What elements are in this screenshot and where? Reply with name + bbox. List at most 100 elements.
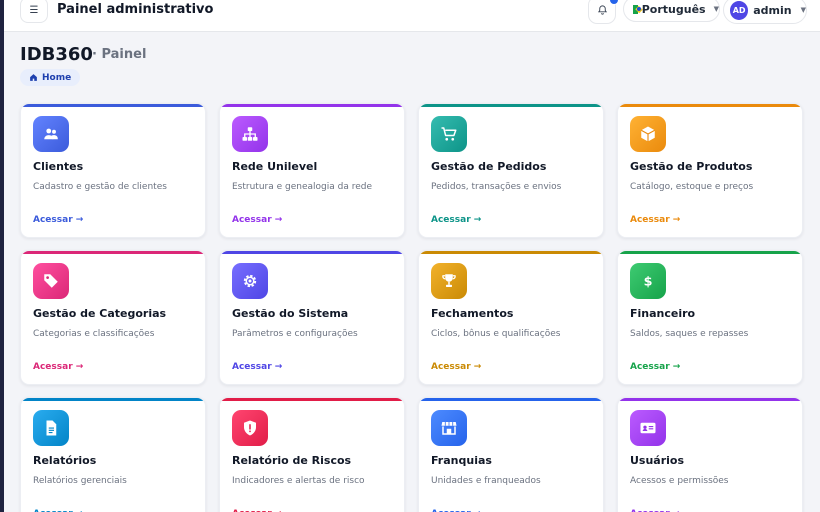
- card-title: Fechamentos: [431, 307, 514, 320]
- card-access-link[interactable]: Acessar →: [232, 362, 282, 372]
- card-access-link[interactable]: Acessar →: [431, 362, 481, 372]
- card-accent-line: [419, 251, 603, 254]
- card-access-link[interactable]: Acessar →: [630, 362, 680, 372]
- card-description: Ciclos, bônus e qualificações: [431, 329, 561, 339]
- card-accent-line: [419, 104, 603, 107]
- card-description: Indicadores e alertas de risco: [232, 476, 365, 486]
- card-accent-line: [419, 398, 603, 401]
- card-description: Acessos e permissões: [630, 476, 729, 486]
- page-subtitle: · Painel: [92, 47, 147, 62]
- users-icon: [44, 128, 58, 140]
- card-icon-tile: $: [630, 263, 666, 299]
- card-title: Franquias: [431, 454, 492, 467]
- avatar: AD: [730, 0, 749, 20]
- notifications-button[interactable]: [588, 0, 619, 24]
- card-icon-tile: [33, 263, 69, 299]
- dollar-icon: $: [644, 275, 653, 290]
- card-accent-line: [618, 398, 802, 401]
- module-card[interactable]: Relatório de Riscos Indicadores e alertas…: [219, 397, 405, 512]
- card-icon-tile: [431, 263, 467, 299]
- module-card[interactable]: FranquiasUnidades e franqueadosAcessar →: [418, 397, 604, 512]
- card-icon-tile: [431, 116, 467, 152]
- user-name: admin: [753, 3, 792, 17]
- card-title: Rede Unilevel: [232, 160, 318, 173]
- module-card[interactable]: Fechamentos Ciclos, bônus e qualificações…: [418, 250, 604, 385]
- app-title: Painel administrativo: [57, 2, 214, 17]
- module-card[interactable]: UsuáriosAcessos e permissõesAcessar →: [617, 397, 803, 512]
- card-title: Relatórios: [33, 454, 97, 467]
- card-title: Gestão do Sistema: [232, 307, 349, 320]
- module-card[interactable]: RelatóriosRelatórios gerenciaisAcessar →: [20, 397, 206, 512]
- shield-icon: [244, 420, 256, 436]
- card-description: Estrutura e genealogia da rede: [232, 182, 372, 192]
- gear-icon: [243, 274, 257, 288]
- card-description: Saldos, saques e repasses: [630, 329, 749, 339]
- svg-text:$: $: [644, 275, 653, 290]
- card-accent-line: [21, 251, 205, 254]
- card-title: Gestão de Pedidos: [431, 160, 547, 173]
- sidebar-edge: [0, 0, 4, 512]
- language-selector[interactable]: Português ▼: [623, 0, 720, 22]
- page-title: IDB360: [20, 44, 93, 65]
- card-title: Clientes: [33, 160, 84, 173]
- store-icon: [441, 422, 457, 435]
- card-icon-tile: [431, 410, 467, 446]
- home-icon: [30, 74, 37, 81]
- menu-button[interactable]: ☰: [20, 0, 48, 23]
- card-title: Relatório de Riscos: [232, 454, 352, 467]
- document-icon: [46, 420, 57, 436]
- card-icon-tile: [33, 410, 69, 446]
- module-card[interactable]: Gestão de Produtos Catálogo, estoque e pr…: [617, 103, 803, 238]
- top-bar: ☰ Painel administrativo Português ▼ AD a…: [4, 0, 820, 32]
- card-description: Pedidos, transações e envios: [431, 182, 562, 192]
- card-icon-tile: [232, 263, 268, 299]
- module-card[interactable]: $ Financeiro Saldos, saques e repasses Aces…: [617, 250, 803, 385]
- breadcrumb[interactable]: Home: [20, 69, 81, 86]
- card-title: Usuários: [630, 454, 685, 467]
- module-card[interactable]: Rede Unilevel Estrutura e genealogia da r…: [219, 103, 405, 238]
- tag-icon: [44, 274, 58, 288]
- card-access-link[interactable]: Acessar →: [33, 362, 83, 372]
- breadcrumb-home: Home: [42, 72, 72, 83]
- language-label: Português: [641, 2, 706, 16]
- chevron-down-icon: ▼: [800, 6, 806, 14]
- card-icon-tile: [232, 116, 268, 152]
- card-accent-line: [21, 398, 205, 401]
- card-description: Unidades e franqueados: [431, 476, 541, 486]
- card-accent-line: [220, 104, 404, 107]
- trophy-icon: [442, 274, 456, 287]
- brazil-flag-icon: [633, 4, 641, 14]
- box-icon: [640, 126, 656, 142]
- chevron-down-icon: ▼: [713, 5, 719, 13]
- card-description: Catálogo, estoque e preços: [630, 182, 754, 192]
- card-description: Relatórios gerenciais: [33, 476, 127, 486]
- module-card[interactable]: Clientes Cadastro e gestão de clientes Ace…: [20, 103, 206, 238]
- card-icon-tile: [33, 116, 69, 152]
- notification-badge: [609, 0, 619, 5]
- card-title: Gestão de Produtos: [630, 160, 753, 173]
- card-access-link[interactable]: Acessar →: [33, 215, 83, 225]
- card-icon-tile: [232, 410, 268, 446]
- user-menu[interactable]: AD admin ▼: [723, 0, 807, 24]
- bell-icon: [597, 5, 607, 15]
- module-card[interactable]: Gestão de Pedidos Pedidos, transações e e…: [418, 103, 604, 238]
- card-access-link[interactable]: Acessar →: [431, 215, 481, 225]
- card-accent-line: [220, 251, 404, 254]
- id-card-icon: [640, 422, 656, 434]
- card-accent-line: [618, 104, 802, 107]
- card-accent-line: [21, 104, 205, 107]
- card-access-link[interactable]: Acessar →: [630, 215, 680, 225]
- module-card[interactable]: Gestão do Sistema Parâmetros e configuraç…: [219, 250, 405, 385]
- module-card[interactable]: Gestão de Categorias Categorias e classif…: [20, 250, 206, 385]
- card-description: Categorias e classificações: [33, 329, 155, 339]
- card-access-link[interactable]: Acessar →: [232, 215, 282, 225]
- network-icon: [242, 127, 258, 141]
- cart-icon: [441, 127, 457, 141]
- card-accent-line: [220, 398, 404, 401]
- card-accent-line: [618, 251, 802, 254]
- card-title: Gestão de Categorias: [33, 307, 167, 320]
- card-icon-tile: [630, 116, 666, 152]
- card-icon-tile: [630, 410, 666, 446]
- card-description: Parâmetros e configurações: [232, 329, 358, 339]
- card-title: Financeiro: [630, 307, 696, 320]
